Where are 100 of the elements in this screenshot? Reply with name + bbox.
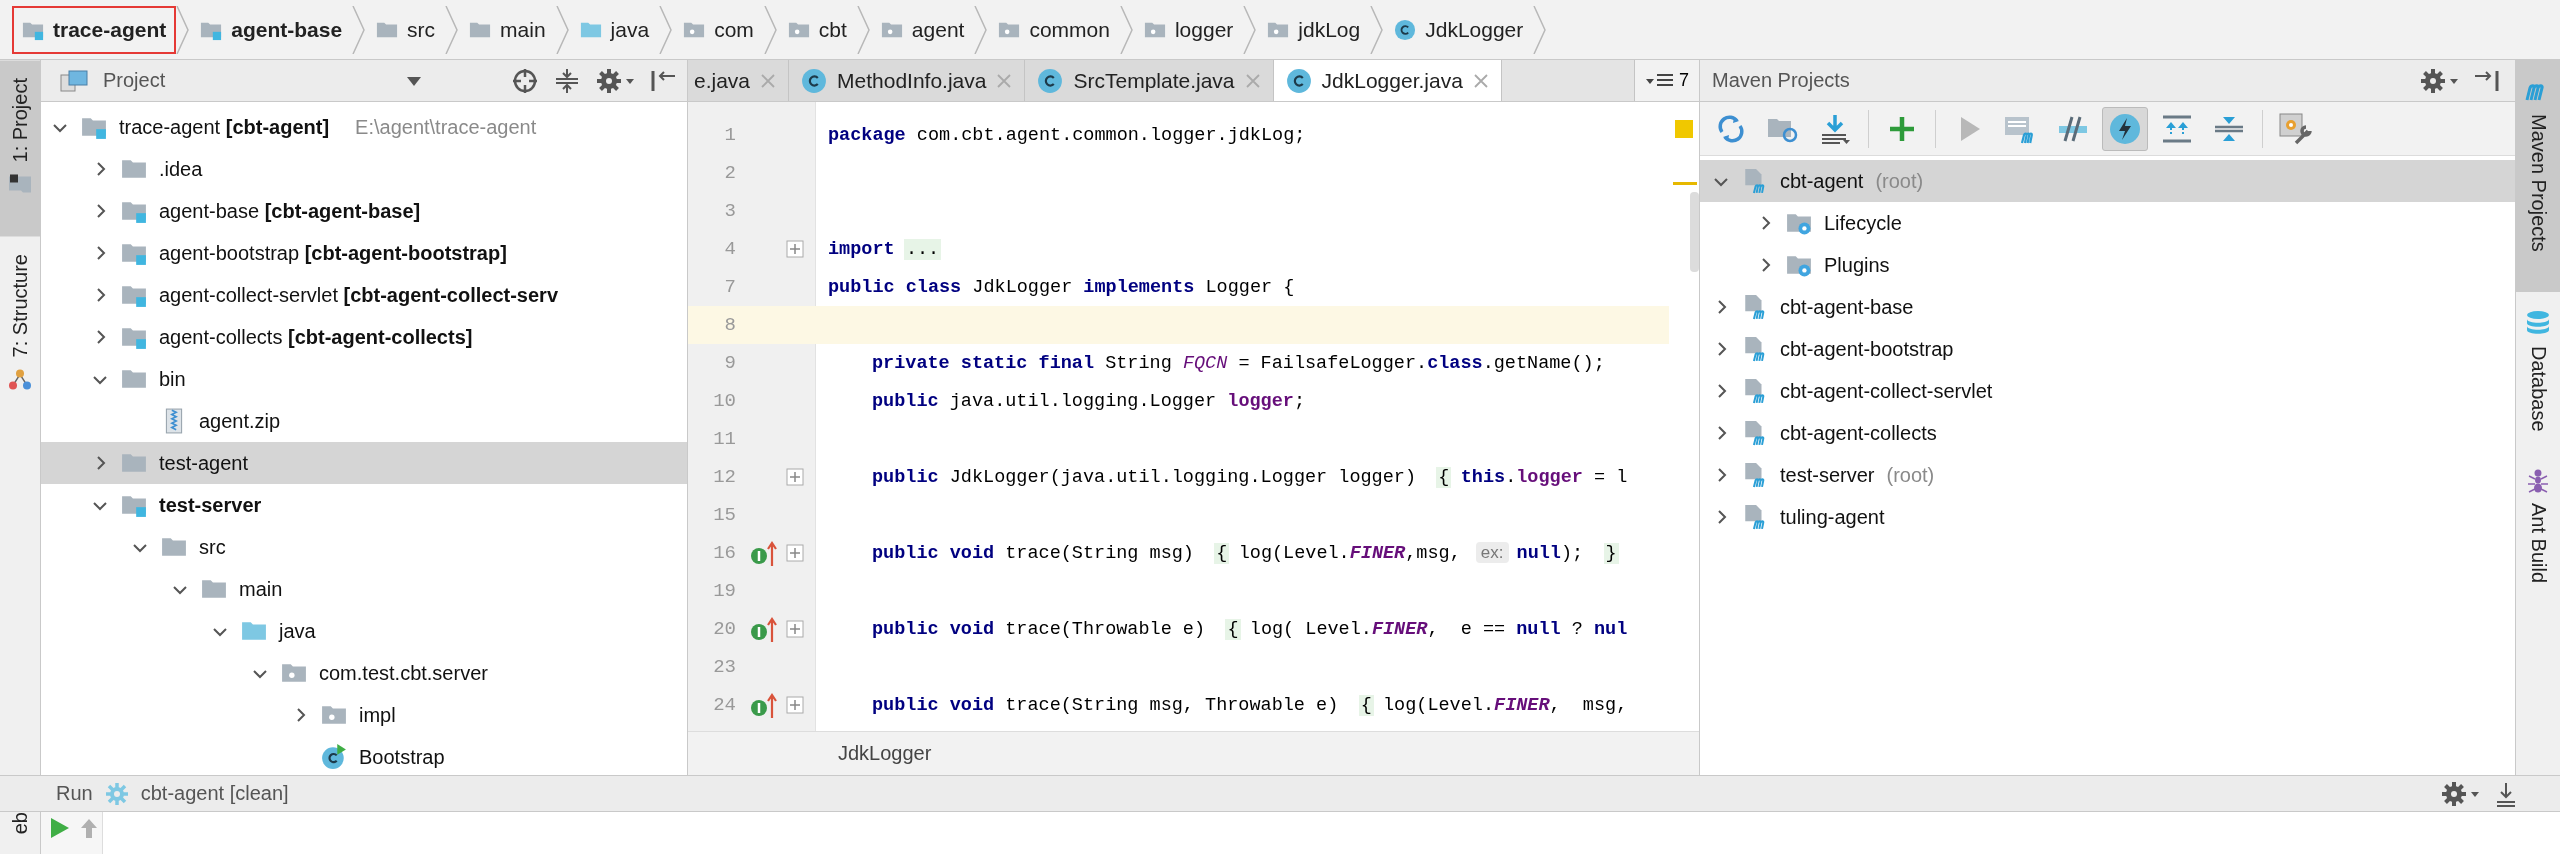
breadcrumb-item[interactable]: src [366, 5, 446, 54]
editor-tab[interactable]: JdkLogger.java [1273, 60, 1502, 101]
tab-overflow-button[interactable]: 7 [1634, 60, 1699, 101]
panel-title: Maven Projects [1712, 69, 1850, 92]
tree-item[interactable]: agent-base [cbt-agent-base] [41, 190, 687, 232]
breadcrumb-item[interactable]: jdkLog [1257, 5, 1371, 54]
tree-item[interactable]: com.test.cbt.server [41, 652, 687, 694]
tree-item[interactable]: trace-agent [cbt-agent] E:\agent\trace-agent [41, 106, 687, 148]
expand-all-icon [2161, 113, 2193, 144]
chevron-separator-icon [1370, 5, 1385, 54]
chevron-separator-icon [1243, 5, 1258, 54]
settings-wrench-icon [2279, 112, 2313, 145]
tree-item[interactable]: impl [41, 694, 687, 736]
tree-item[interactable]: tuling-agent [1700, 496, 2515, 538]
breadcrumb-item[interactable]: agent-base [190, 5, 353, 54]
line-number: 19 [712, 580, 736, 602]
settings-icon[interactable] [595, 66, 635, 95]
tree-item[interactable]: java [41, 610, 687, 652]
tree-item[interactable]: cbt-agent (root) [1700, 160, 2515, 202]
tree-item[interactable]: Plugins [1700, 244, 2515, 286]
tree-item[interactable]: src [41, 526, 687, 568]
tree-item[interactable]: cbt-agent-base [1700, 286, 2515, 328]
tool-window-tab[interactable]: 1: Project [0, 60, 40, 237]
chevron-separator-icon [974, 5, 989, 54]
locate-icon[interactable] [511, 66, 539, 95]
code-line: public class JdkLogger implements Logger { [827, 276, 1295, 298]
line-number: 20 [712, 618, 736, 640]
line-number: 10 [712, 390, 736, 412]
collapse-all-icon[interactable] [553, 66, 581, 95]
breadcrumb-item[interactable]: trace-agent [12, 5, 177, 54]
toolbar-button[interactable] [2102, 106, 2148, 151]
line-number: 7 [723, 276, 736, 298]
line-number: 15 [712, 504, 736, 526]
tree-item[interactable]: cbt-agent-collect-servlet [1700, 370, 2515, 412]
tree-item[interactable]: test-server (root) [1700, 454, 2515, 496]
class-icon [1394, 18, 1417, 41]
chevron-separator-icon [352, 5, 367, 54]
tool-window-tab[interactable]: 7: Structure [0, 236, 40, 410]
fold-toggle-icon[interactable] [786, 620, 804, 638]
breadcrumb-item[interactable]: main [459, 5, 556, 54]
code-line: import ... [827, 238, 943, 260]
class-icon [1037, 67, 1064, 94]
tool-window-tab[interactable]: Maven Projects [2516, 60, 2560, 292]
tree-item[interactable]: test-agent [41, 442, 687, 484]
class-icon [801, 67, 828, 94]
code-line: public void trace(String msg) { log(Level.FINER,msg, ex: null); } [871, 542, 1620, 564]
class-icon [1285, 67, 1312, 94]
line-number: 2 [723, 162, 736, 184]
line-number: 1 [723, 124, 736, 146]
gear-icon [104, 781, 129, 806]
tree-item[interactable]: test-server [41, 484, 687, 526]
settings-icon[interactable] [2419, 66, 2459, 95]
editor-tab[interactable]: e.java [688, 60, 790, 101]
dropdown-caret-icon[interactable] [405, 74, 423, 87]
fold-toggle-icon[interactable] [786, 544, 804, 562]
tree-item[interactable]: agent-collect-servlet [cbt-agent-collect-serv [41, 274, 687, 316]
breadcrumb-item[interactable]: java [569, 5, 660, 54]
tool-window-tab[interactable]: Ant Build [2516, 449, 2560, 602]
breadcrumb-item[interactable]: common [988, 5, 1120, 54]
tree-item[interactable]: agent-bootstrap [cbt-agent-bootstrap] [41, 232, 687, 274]
code-line: public void trace(String msg, Throwable e) { log(Level.FINER, msg, [871, 694, 1628, 716]
editor-tab[interactable]: MethodInfo.java [789, 60, 1026, 101]
warning-marker[interactable] [1673, 182, 1697, 185]
code-line: private static final String FQCN = FailsafeLogger.class.getName(); [871, 352, 1605, 374]
breadcrumb-item[interactable]: JdkLogger [1384, 5, 1534, 54]
tree-item[interactable]: bin [41, 358, 687, 400]
breadcrumb-item[interactable]: com [673, 5, 764, 54]
line-number: 8 [723, 314, 736, 336]
tree-item[interactable]: agent-collects [cbt-agent-collects] [41, 316, 687, 358]
tree-item[interactable]: Bootstrap [41, 736, 687, 775]
tree-item[interactable]: .idea [41, 148, 687, 190]
editor-breadcrumb[interactable]: JdkLogger [838, 742, 932, 765]
tree-item[interactable]: cbt-agent-bootstrap [1700, 328, 2515, 370]
fold-toggle-icon[interactable] [786, 468, 804, 486]
database-icon [2525, 309, 2551, 336]
tool-window-tab[interactable]: eb [8, 812, 32, 835]
fold-toggle-icon[interactable] [786, 696, 804, 714]
tree-item[interactable]: main [41, 568, 687, 610]
editor-tab[interactable]: SrcTemplate.java [1025, 60, 1274, 101]
breadcrumb-item[interactable]: logger [1133, 5, 1244, 54]
chevron-separator-icon [445, 5, 460, 54]
lightning-icon [2109, 112, 2141, 145]
tree-item[interactable]: Lifecycle [1700, 202, 2515, 244]
scrollbar-thumb[interactable] [1690, 192, 1699, 272]
line-number: 12 [712, 466, 736, 488]
chevron-separator-icon [763, 5, 778, 54]
chevron-separator-icon [555, 5, 570, 54]
fold-toggle-icon[interactable] [786, 240, 804, 258]
tool-window-tab[interactable]: Database [2516, 291, 2560, 450]
chevron-separator-icon [856, 5, 871, 54]
tree-item[interactable]: cbt-agent-collects [1700, 412, 2515, 454]
tree-item[interactable]: agent.zip [41, 400, 687, 442]
line-number: 11 [712, 428, 736, 450]
class-icon [321, 744, 347, 770]
breadcrumb-item[interactable]: agent [870, 5, 975, 54]
line-number: 23 [712, 656, 736, 678]
line-number: 4 [723, 238, 736, 260]
chevron-separator-icon [176, 5, 191, 54]
settings-icon[interactable] [2440, 779, 2480, 808]
breadcrumb-item[interactable]: cbt [777, 5, 857, 54]
